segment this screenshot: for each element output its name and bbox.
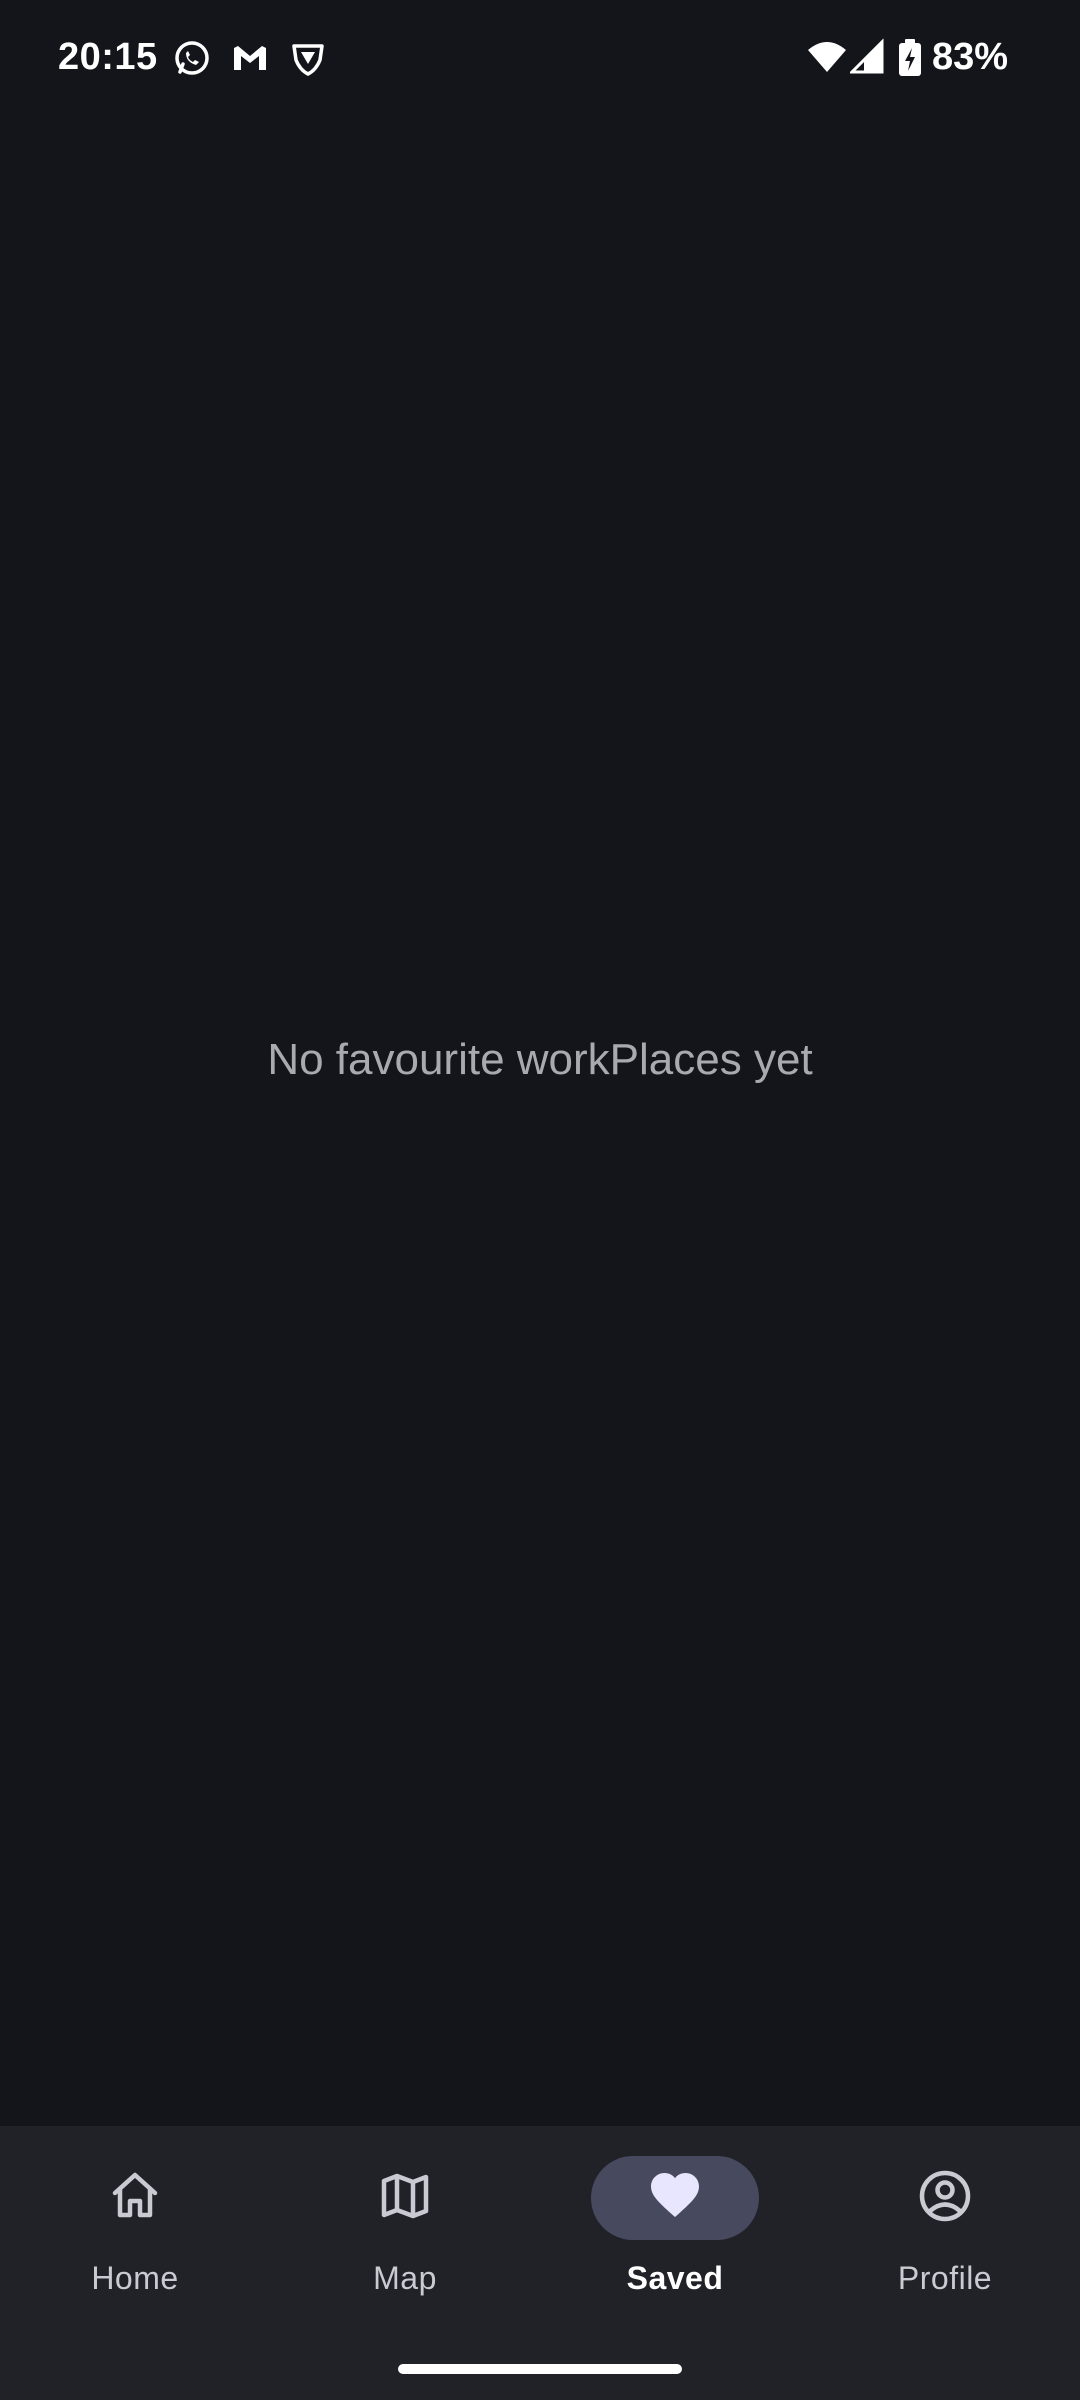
- vpn-shield-icon: [288, 38, 328, 78]
- nav-item-saved[interactable]: Saved: [540, 2156, 810, 2336]
- status-bar: 20:15 83%: [0, 0, 1080, 120]
- nav-item-map[interactable]: Map: [270, 2156, 540, 2336]
- nav-indicator-home: [51, 2156, 219, 2240]
- whatsapp-icon: [172, 38, 212, 78]
- bottom-navigation: Home Map Saved Profile: [0, 2126, 1080, 2400]
- empty-state-message: No favourite workPlaces yet: [267, 1035, 813, 1084]
- saved-content: [0, 120, 1080, 2126]
- gesture-home-bar[interactable]: [398, 2364, 682, 2374]
- heart-icon: [647, 2168, 703, 2229]
- map-icon: [378, 2169, 432, 2228]
- nav-label-profile: Profile: [897, 2260, 993, 2296]
- battery-charging-icon: [896, 38, 924, 78]
- battery-percentage: 83%: [932, 36, 1009, 78]
- profile-icon: [917, 2168, 973, 2229]
- nav-label-saved: Saved: [626, 2260, 724, 2296]
- nav-label-map: Map: [373, 2260, 437, 2296]
- nav-item-profile[interactable]: Profile: [810, 2156, 1080, 2336]
- nav-indicator-map: [321, 2156, 489, 2240]
- gmail-icon: [230, 38, 270, 78]
- wifi-icon: [806, 38, 848, 78]
- nav-indicator-saved: [591, 2156, 759, 2240]
- status-time: 20:15: [58, 36, 158, 78]
- cell-signal-icon: [850, 38, 886, 78]
- nav-item-home[interactable]: Home: [0, 2156, 270, 2336]
- nav-indicator-profile: [861, 2156, 1029, 2240]
- home-icon: [108, 2169, 162, 2228]
- nav-label-home: Home: [91, 2260, 179, 2296]
